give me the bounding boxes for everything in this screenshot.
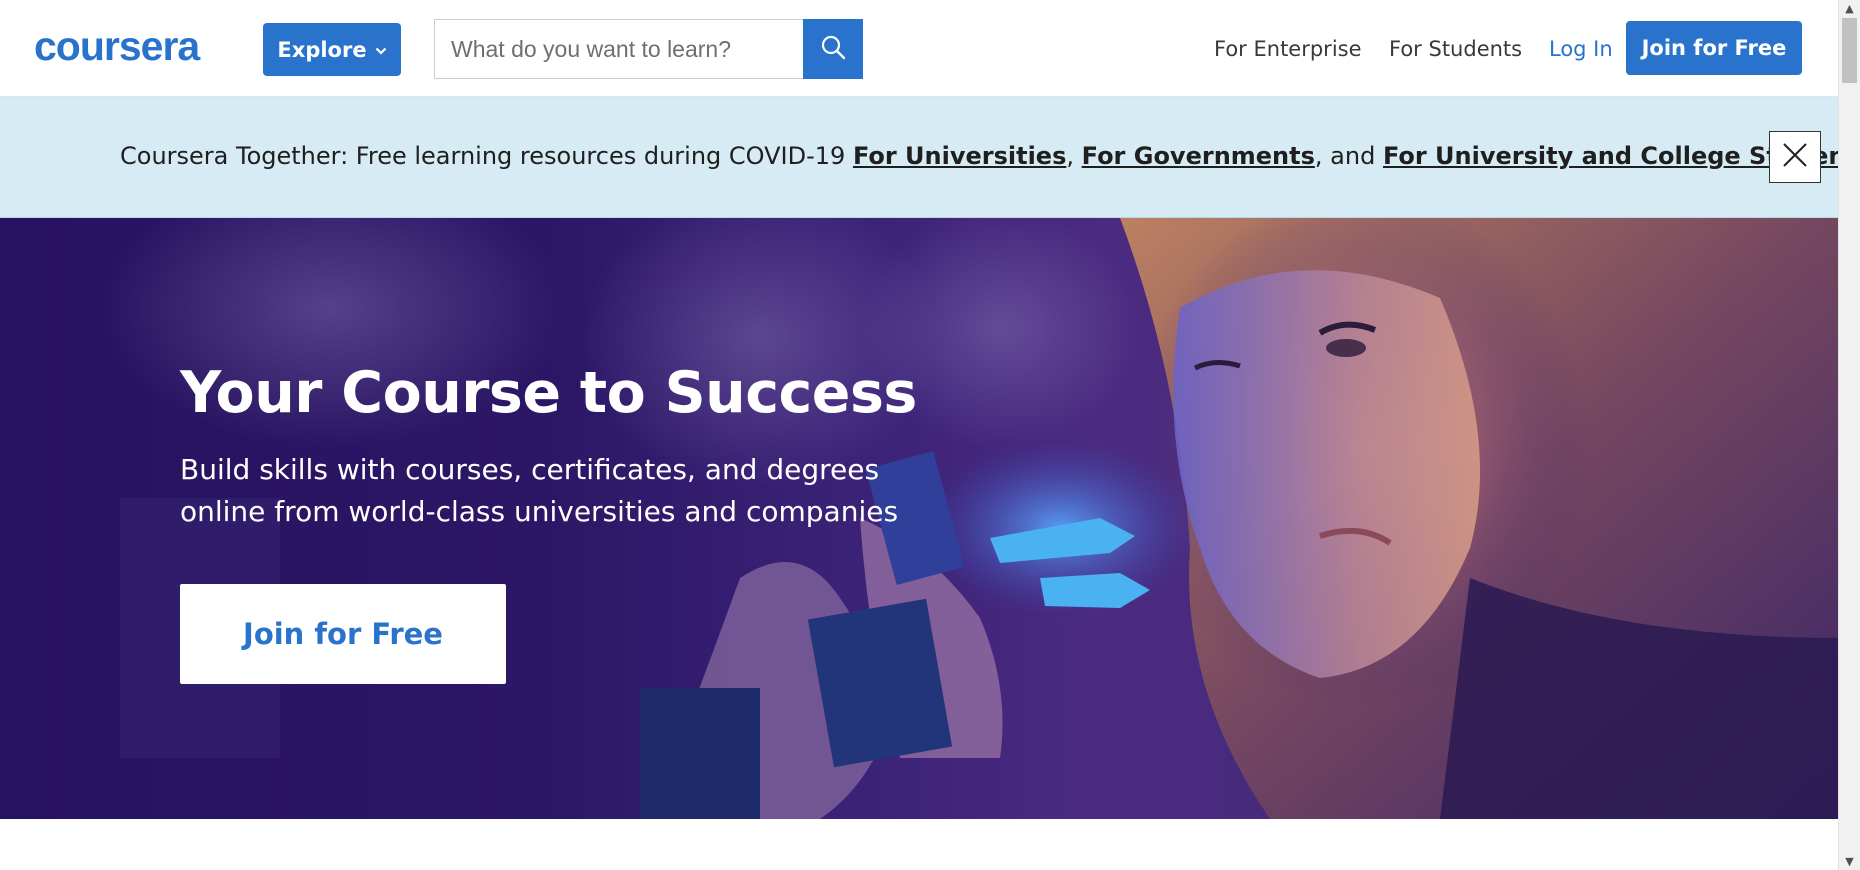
join-for-free-hero-button[interactable]: Join for Free (180, 584, 506, 684)
hero-subtitle: Build skills with courses, certificates,… (180, 449, 940, 533)
covid-banner: Coursera Together: Free learning resourc… (0, 97, 1860, 218)
banner-prefix: Coursera Together: Free learning resourc… (120, 142, 853, 170)
search-icon (820, 34, 846, 64)
link-for-governments[interactable]: For Governments (1082, 142, 1315, 170)
hero-section: Your Course to Success Build skills with… (0, 218, 1838, 819)
nav-for-enterprise[interactable]: For Enterprise (1214, 35, 1362, 63)
search-box (434, 19, 863, 79)
top-header: coursera Explore For Enterprise For Stud… (0, 0, 1838, 97)
banner-separator: , (1066, 142, 1082, 170)
close-icon (1782, 142, 1808, 172)
login-link[interactable]: Log In (1549, 35, 1613, 63)
search-input[interactable] (435, 20, 803, 78)
hero-subtitle-line-2: online from world-class universities and… (180, 495, 899, 528)
banner-separator: , and (1314, 142, 1383, 170)
nav-for-students[interactable]: For Students (1389, 35, 1522, 63)
scroll-down-icon[interactable]: ▼ (1839, 853, 1860, 870)
scrollbar-thumb[interactable] (1842, 18, 1857, 83)
banner-message: Coursera Together: Free learning resourc… (120, 141, 1860, 171)
coursera-logo[interactable]: coursera (34, 26, 200, 67)
scroll-up-icon[interactable]: ▲ (1839, 0, 1860, 17)
banner-close-button[interactable] (1769, 131, 1821, 183)
link-for-universities[interactable]: For Universities (853, 142, 1066, 170)
chevron-down-icon (375, 41, 387, 60)
join-for-free-header-button[interactable]: Join for Free (1626, 21, 1802, 75)
search-button[interactable] (803, 19, 863, 79)
hero-subtitle-line-1: Build skills with courses, certificates,… (180, 453, 880, 486)
page-scrollbar[interactable]: ▲ ▼ (1838, 0, 1860, 870)
hero-title: Your Course to Success (180, 360, 917, 426)
explore-button[interactable]: Explore (263, 23, 401, 76)
explore-label: Explore (277, 37, 367, 62)
